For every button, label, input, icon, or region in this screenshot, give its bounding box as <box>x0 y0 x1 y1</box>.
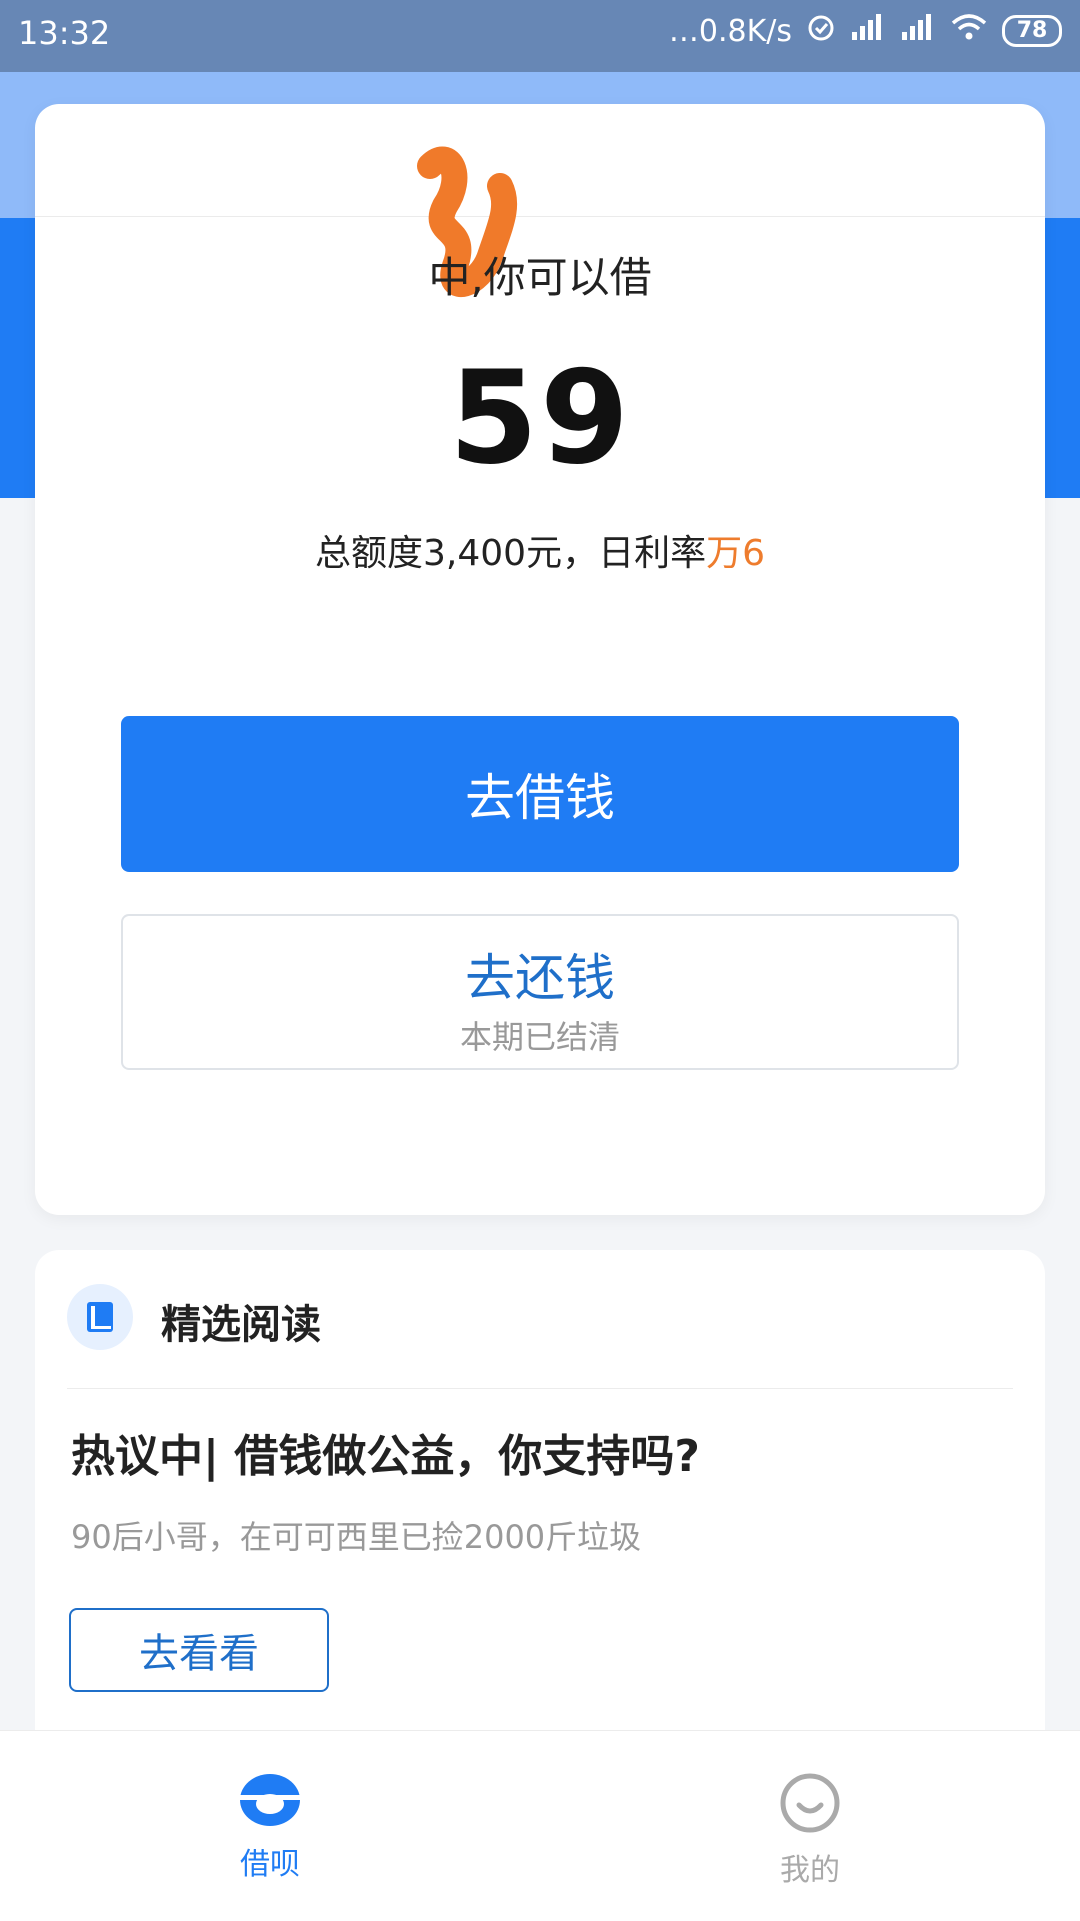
credit-card: 中,你可以借 59 总额度3,400元，日利率万6 去借钱 去还钱 本期已结清 <box>35 104 1045 1215</box>
battery-indicator: 78 <box>1002 15 1062 47</box>
signal-hd-icon <box>850 12 886 50</box>
wifi-icon <box>950 12 988 50</box>
article-title[interactable]: 热议中| 借钱做公益，你支持吗? <box>71 1420 700 1484</box>
signal-icon <box>900 12 936 50</box>
view-article-button[interactable]: 去看看 <box>69 1608 329 1692</box>
status-time: 13:32 <box>18 14 111 52</box>
section-title: 精选阅读 <box>161 1302 321 1348</box>
reading-card: 精选阅读 热议中| 借钱做公益，你支持吗? 90后小哥，在可可西里已捡2000斤… <box>35 1250 1045 1770</box>
card-divider <box>35 216 1045 217</box>
quota-info: 总额度3,400元，日利率万6 <box>35 524 1045 576</box>
bottom-navigation: 借呗 我的 <box>0 1730 1080 1921</box>
alarm-icon <box>806 12 836 50</box>
profile-icon <box>780 1773 840 1833</box>
network-speed: …0.8K/s <box>668 13 792 49</box>
book-icon <box>67 1284 133 1350</box>
borrow-caption: 中,你可以借 <box>428 253 652 302</box>
nav-item-mine[interactable]: 我的 <box>710 1771 910 1889</box>
quota-text: 总额度3,400元，日利率 <box>315 533 707 574</box>
section-divider <box>67 1388 1013 1389</box>
status-bar: 13:32 …0.8K/s 78 <box>0 0 1080 72</box>
daily-rate: 万6 <box>706 533 765 574</box>
repay-button[interactable]: 去还钱 本期已结清 <box>121 914 959 1070</box>
article-subtitle: 90后小哥，在可可西里已捡2000斤垃圾 <box>71 1518 642 1556</box>
jiebei-icon <box>240 1774 300 1826</box>
status-indicators: …0.8K/s 78 <box>669 12 1062 50</box>
nav-label: 借呗 <box>240 1847 300 1882</box>
repay-status: 本期已结清 <box>459 1018 620 1056</box>
nav-item-jiebei[interactable]: 借呗 <box>170 1771 370 1883</box>
borrow-button[interactable]: 去借钱 <box>121 716 959 872</box>
repay-button-label: 去还钱 <box>465 949 615 1007</box>
nav-label: 我的 <box>780 1853 840 1888</box>
available-amount: 59 <box>448 344 632 493</box>
